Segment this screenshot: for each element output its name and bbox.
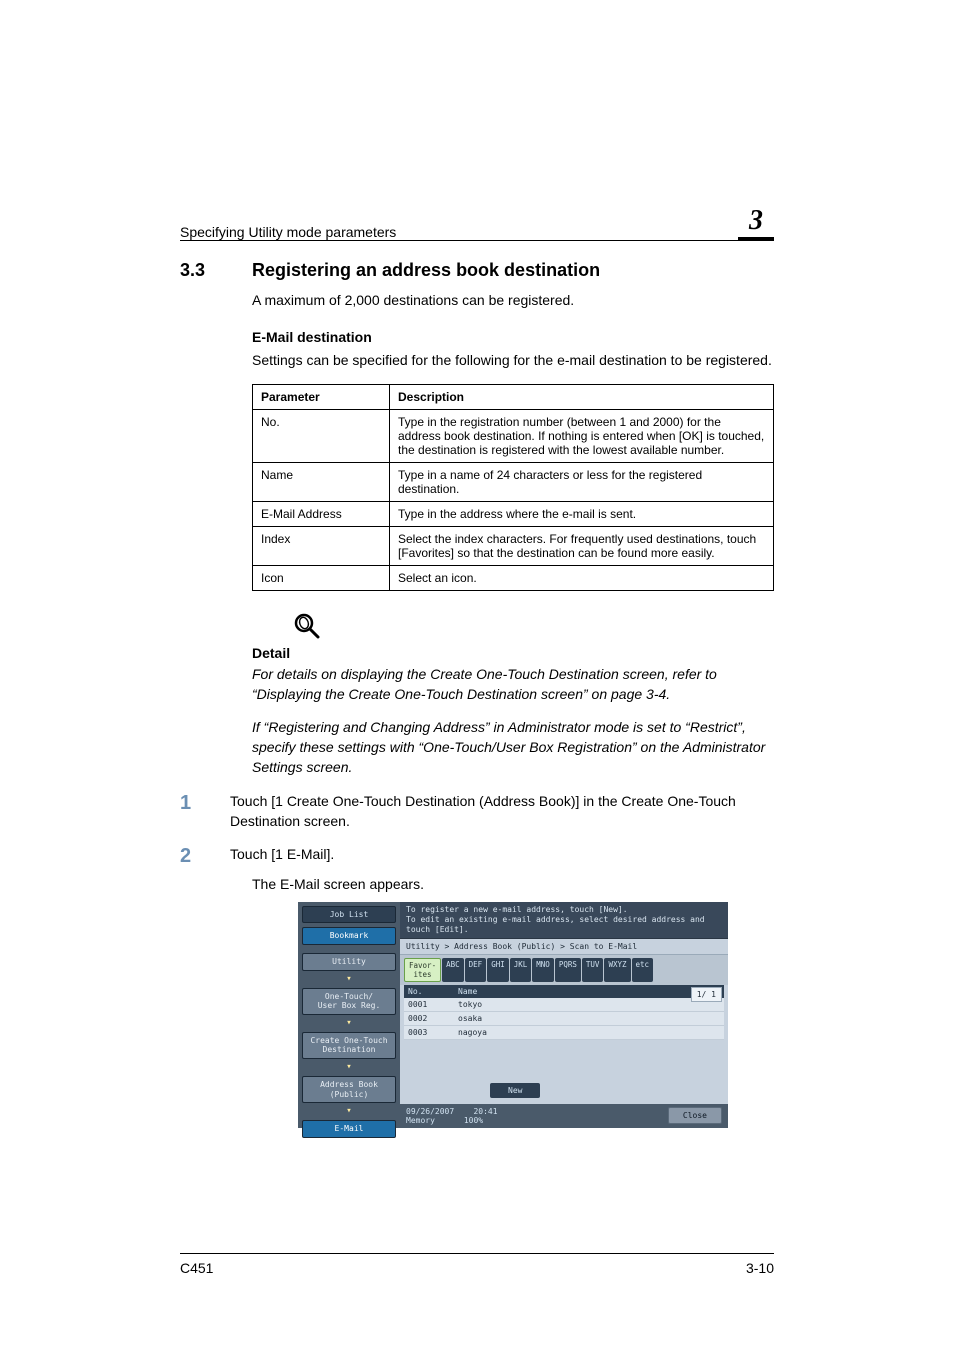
cell-name: tokyo bbox=[454, 998, 724, 1011]
running-title: Specifying Utility mode parameters bbox=[180, 224, 396, 240]
job-list-button[interactable]: Job List bbox=[302, 906, 396, 924]
tab-jkl[interactable]: JKL bbox=[510, 958, 532, 982]
table-row: Name Type in a name of 24 characters or … bbox=[253, 463, 774, 502]
tab-mno[interactable]: MNO bbox=[532, 958, 554, 982]
list-header: No. Name bbox=[404, 985, 724, 998]
screen-main: To register a new e-mail address, touch … bbox=[400, 902, 728, 1128]
page-footer: C451 3-10 bbox=[180, 1253, 774, 1276]
table-row: Index Select the index characters. For f… bbox=[253, 527, 774, 566]
cell-name: nagoya bbox=[454, 1026, 724, 1039]
email-screen: Job List Bookmark Utility ▾ One-Touch/ U… bbox=[298, 902, 728, 1128]
instruction-line: To register a new e-mail address, touch … bbox=[406, 905, 722, 915]
down-arrow-icon: ▾ bbox=[302, 975, 396, 984]
footer-status: 09/26/2007 20:41 Memory 100% bbox=[406, 1107, 498, 1125]
footer-model: C451 bbox=[180, 1260, 213, 1276]
tab-etc[interactable]: etc bbox=[632, 958, 654, 982]
param-cell: Icon bbox=[253, 566, 390, 591]
cell-no: 0003 bbox=[404, 1026, 454, 1039]
tab-tuv[interactable]: TUV bbox=[582, 958, 604, 982]
desc-cell: Select the index characters. For frequen… bbox=[390, 527, 774, 566]
detail-label: Detail bbox=[252, 645, 774, 661]
address-list: 1/ 1 No. Name 0001 tokyo 0002 osaka bbox=[400, 985, 728, 1104]
step-number: 2 bbox=[180, 844, 230, 868]
col-no: No. bbox=[404, 985, 454, 998]
th-parameter: Parameter bbox=[253, 385, 390, 410]
step-1: 1 Touch [1 Create One-Touch Destination … bbox=[180, 791, 774, 832]
step-number: 1 bbox=[180, 791, 230, 815]
desc-cell: Type in the address where the e-mail is … bbox=[390, 502, 774, 527]
screen-sidebar: Job List Bookmark Utility ▾ One-Touch/ U… bbox=[298, 902, 400, 1128]
tab-wxyz[interactable]: WXYZ bbox=[604, 958, 630, 982]
step-result: The E-Mail screen appears. bbox=[252, 876, 774, 892]
param-cell: E-Mail Address bbox=[253, 502, 390, 527]
step-text: Touch [1 E-Mail]. bbox=[230, 844, 334, 864]
pager[interactable]: 1/ 1 bbox=[691, 987, 722, 1002]
footer-time: 20:41 bbox=[473, 1107, 497, 1116]
instruction-line: To edit an existing e-mail address, sele… bbox=[406, 915, 722, 935]
param-cell: Name bbox=[253, 463, 390, 502]
close-button[interactable]: Close bbox=[668, 1107, 722, 1124]
bookmark-button[interactable]: Bookmark bbox=[302, 927, 396, 945]
cell-no: 0002 bbox=[404, 1012, 454, 1025]
table-row: No. Type in the registration number (bet… bbox=[253, 410, 774, 463]
footer-page: 3-10 bbox=[746, 1260, 774, 1276]
desc-cell: Type in a name of 24 characters or less … bbox=[390, 463, 774, 502]
index-tabs: Favor- ites ABC DEF GHI JKL MNO PQRS TUV… bbox=[400, 955, 728, 985]
list-item[interactable]: 0003 nagoya bbox=[404, 1026, 724, 1040]
cell-no: 0001 bbox=[404, 998, 454, 1011]
parameter-table: Parameter Description No. Type in the re… bbox=[252, 384, 774, 591]
new-button[interactable]: New bbox=[490, 1083, 540, 1098]
chapter-badge: 3 bbox=[738, 205, 774, 240]
footer-memory-value: 100% bbox=[464, 1116, 483, 1125]
magnifier-icon bbox=[292, 611, 774, 641]
col-name: Name bbox=[454, 985, 724, 998]
detail-paragraph: If “Registering and Changing Address” in… bbox=[252, 718, 774, 777]
section-title: Registering an address book destination bbox=[252, 260, 600, 281]
section-intro: A maximum of 2,000 destinations can be r… bbox=[252, 291, 774, 311]
param-cell: No. bbox=[253, 410, 390, 463]
tab-favorites[interactable]: Favor- ites bbox=[404, 958, 441, 982]
table-row: Icon Select an icon. bbox=[253, 566, 774, 591]
email-button[interactable]: E-Mail bbox=[302, 1120, 396, 1138]
chapter-number: 3 bbox=[743, 205, 769, 235]
tab-pqrs[interactable]: PQRS bbox=[555, 958, 581, 982]
address-book-button[interactable]: Address Book (Public) bbox=[302, 1076, 396, 1103]
step-text: Touch [1 Create One-Touch Destination (A… bbox=[230, 791, 774, 832]
tab-ghi[interactable]: GHI bbox=[487, 958, 509, 982]
footer-memory-label: Memory bbox=[406, 1116, 435, 1125]
section-number: 3.3 bbox=[180, 260, 252, 281]
breadcrumb: Utility > Address Book (Public) > Scan t… bbox=[400, 939, 728, 955]
down-arrow-icon: ▾ bbox=[302, 1107, 396, 1116]
list-item[interactable]: 0001 tokyo bbox=[404, 998, 724, 1012]
step-2: 2 Touch [1 E-Mail]. bbox=[180, 844, 774, 868]
cell-name: osaka bbox=[454, 1012, 724, 1025]
subsection-heading: E-Mail destination bbox=[252, 329, 774, 345]
th-description: Description bbox=[390, 385, 774, 410]
tab-def[interactable]: DEF bbox=[465, 958, 487, 982]
param-cell: Index bbox=[253, 527, 390, 566]
table-row: E-Mail Address Type in the address where… bbox=[253, 502, 774, 527]
header-rule bbox=[180, 240, 774, 241]
screen-footer: 09/26/2007 20:41 Memory 100% Close bbox=[400, 1104, 728, 1128]
create-one-touch-button[interactable]: Create One-Touch Destination bbox=[302, 1032, 396, 1059]
section-heading: 3.3 Registering an address book destinat… bbox=[180, 260, 774, 281]
utility-button[interactable]: Utility bbox=[302, 953, 396, 971]
down-arrow-icon: ▾ bbox=[302, 1063, 396, 1072]
subsection-intro: Settings can be specified for the follow… bbox=[252, 351, 774, 371]
footer-date: 09/26/2007 bbox=[406, 1107, 454, 1116]
running-header: Specifying Utility mode parameters 3 bbox=[180, 205, 774, 240]
detail-paragraph: For details on displaying the Create One… bbox=[252, 665, 774, 704]
desc-cell: Type in the registration number (between… bbox=[390, 410, 774, 463]
down-arrow-icon: ▾ bbox=[302, 1019, 396, 1028]
screen-instruction: To register a new e-mail address, touch … bbox=[400, 902, 728, 939]
desc-cell: Select an icon. bbox=[390, 566, 774, 591]
tab-abc[interactable]: ABC bbox=[442, 958, 464, 982]
one-touch-button[interactable]: One-Touch/ User Box Reg. bbox=[302, 988, 396, 1015]
list-item[interactable]: 0002 osaka bbox=[404, 1012, 724, 1026]
